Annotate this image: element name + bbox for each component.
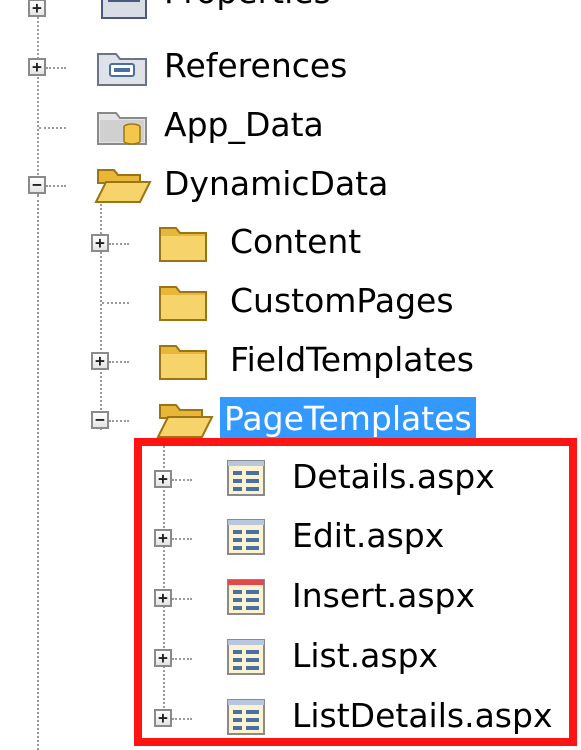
expand-toggle[interactable]: + — [28, 58, 46, 76]
tree-item-listdetails-aspx[interactable]: + ListDetails.aspx — [0, 690, 581, 746]
app-data-folder-icon — [97, 112, 147, 145]
collapse-toggle[interactable]: − — [91, 411, 109, 429]
tree-item-label: Edit.aspx — [292, 516, 445, 555]
aspx-file-icon — [227, 460, 265, 496]
tree-item-label: ListDetails.aspx — [292, 696, 553, 735]
tree-item-label: PageTemplates — [220, 397, 476, 443]
tree-item-custompages[interactable]: CustomPages — [0, 275, 581, 331]
tree-item-insert-aspx[interactable]: + Insert.aspx — [0, 570, 581, 626]
tree-item-label: References — [164, 46, 348, 85]
expand-toggle[interactable]: + — [154, 649, 172, 667]
expand-toggle[interactable]: + — [91, 234, 109, 252]
tree-item-label: Properties — [160, 0, 335, 16]
folder-icon — [159, 227, 207, 262]
tree-item-label: CustomPages — [230, 281, 454, 320]
tree-item-label: List.aspx — [292, 636, 439, 675]
tree-item-edit-aspx[interactable]: + Edit.aspx — [0, 510, 581, 566]
expand-toggle[interactable]: + — [154, 589, 172, 607]
expand-toggle[interactable]: + — [28, 0, 46, 17]
tree-item-label: App_Data — [164, 105, 324, 144]
aspx-file-icon — [227, 519, 265, 555]
tree-item-references[interactable]: + References — [0, 40, 581, 96]
tree-item-app-data[interactable]: App_Data — [0, 99, 581, 155]
expand-toggle[interactable]: + — [154, 529, 172, 547]
expand-toggle[interactable]: + — [154, 470, 172, 488]
folder-icon — [159, 286, 207, 321]
tree-item-details-aspx[interactable]: + Details.aspx — [0, 451, 581, 507]
tree-item-fieldtemplates[interactable]: + FieldTemplates — [0, 334, 581, 390]
tree-item-dynamicdata[interactable]: − DynamicData — [0, 158, 581, 214]
expand-toggle[interactable]: + — [154, 709, 172, 727]
tree-item-properties[interactable]: + Properties — [0, 0, 581, 22]
tree-item-list-aspx[interactable]: + List.aspx — [0, 630, 581, 686]
aspx-file-icon — [227, 639, 265, 675]
folder-open-icon — [156, 404, 214, 438]
properties-icon — [101, 0, 147, 19]
tree-item-label: FieldTemplates — [230, 340, 474, 379]
tree-item-label: Insert.aspx — [292, 576, 476, 615]
aspx-file-icon — [227, 579, 265, 615]
folder-icon — [159, 345, 207, 380]
tree-item-label: Content — [230, 222, 362, 261]
tree-item-label: DynamicData — [164, 164, 389, 203]
collapse-toggle[interactable]: − — [28, 176, 46, 194]
tree-item-pagetemplates[interactable]: − PageTemplates — [0, 393, 581, 449]
aspx-file-icon — [227, 699, 265, 735]
references-icon — [97, 53, 147, 86]
tree-item-label: Details.aspx — [292, 457, 495, 496]
folder-open-icon — [94, 169, 152, 203]
tree-item-content[interactable]: + Content — [0, 216, 581, 272]
expand-toggle[interactable]: + — [91, 352, 109, 370]
